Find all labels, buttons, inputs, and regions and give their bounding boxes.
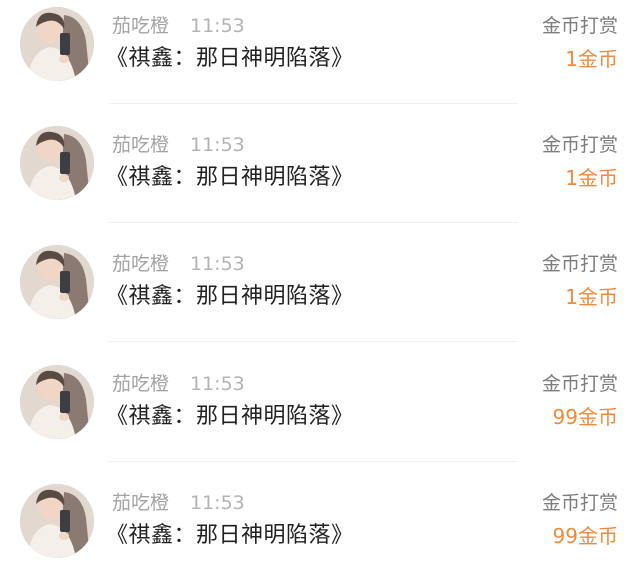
book-title[interactable]: 《祺鑫：那日神明陷落》 (106, 282, 354, 312)
user-avatar[interactable] (20, 484, 94, 558)
timestamp: 11:53 (190, 492, 245, 514)
divider (108, 461, 518, 462)
user-avatar[interactable] (20, 365, 94, 439)
action-label: 金币打赏 (541, 15, 618, 37)
avatar-image (20, 484, 94, 558)
coin-amount: 99金币 (552, 405, 618, 429)
book-title[interactable]: 《祺鑫：那日神明陷落》 (106, 402, 354, 432)
timestamp: 11:53 (190, 15, 245, 37)
list-item[interactable]: 茄吃橙 11:53 《祺鑫：那日神明陷落》 金币打赏 99金币 (0, 477, 640, 573)
reward-list: 茄吃橙 11:53 《祺鑫：那日神明陷落》 金币打赏 1金币 茄吃橙 11:53… (0, 0, 640, 573)
user-name[interactable]: 茄吃橙 (112, 491, 169, 515)
list-item[interactable]: 茄吃橙 11:53 《祺鑫：那日神明陷落》 金币打赏 1金币 (0, 238, 640, 357)
action-label: 金币打赏 (541, 253, 618, 275)
book-title[interactable]: 《祺鑫：那日神明陷落》 (106, 521, 354, 551)
user-name[interactable]: 茄吃橙 (112, 133, 169, 157)
avatar-image (20, 245, 94, 319)
user-avatar[interactable] (20, 7, 94, 81)
coin-amount: 1金币 (565, 285, 618, 309)
book-title[interactable]: 《祺鑫：那日神明陷落》 (106, 44, 354, 74)
divider (108, 341, 518, 342)
action-label: 金币打赏 (541, 492, 618, 514)
user-name[interactable]: 茄吃橙 (112, 372, 169, 396)
user-name[interactable]: 茄吃橙 (112, 14, 169, 38)
coin-amount: 1金币 (565, 47, 618, 71)
book-title[interactable]: 《祺鑫：那日神明陷落》 (106, 163, 354, 193)
list-item[interactable]: 茄吃橙 11:53 《祺鑫：那日神明陷落》 金币打赏 1金币 (0, 119, 640, 238)
user-name[interactable]: 茄吃橙 (112, 252, 169, 276)
action-label: 金币打赏 (541, 134, 618, 156)
action-label: 金币打赏 (541, 373, 618, 395)
user-avatar[interactable] (20, 245, 94, 319)
timestamp: 11:53 (190, 253, 245, 275)
divider (108, 103, 518, 104)
avatar-image (20, 7, 94, 81)
divider (108, 222, 518, 223)
avatar-image (20, 126, 94, 200)
list-item[interactable]: 茄吃橙 11:53 《祺鑫：那日神明陷落》 金币打赏 99金币 (0, 358, 640, 477)
user-avatar[interactable] (20, 126, 94, 200)
avatar-image (20, 365, 94, 439)
coin-amount: 99金币 (552, 524, 618, 548)
coin-amount: 1金币 (565, 166, 618, 190)
timestamp: 11:53 (190, 134, 245, 156)
list-item[interactable]: 茄吃橙 11:53 《祺鑫：那日神明陷落》 金币打赏 1金币 (0, 0, 640, 119)
timestamp: 11:53 (190, 373, 245, 395)
